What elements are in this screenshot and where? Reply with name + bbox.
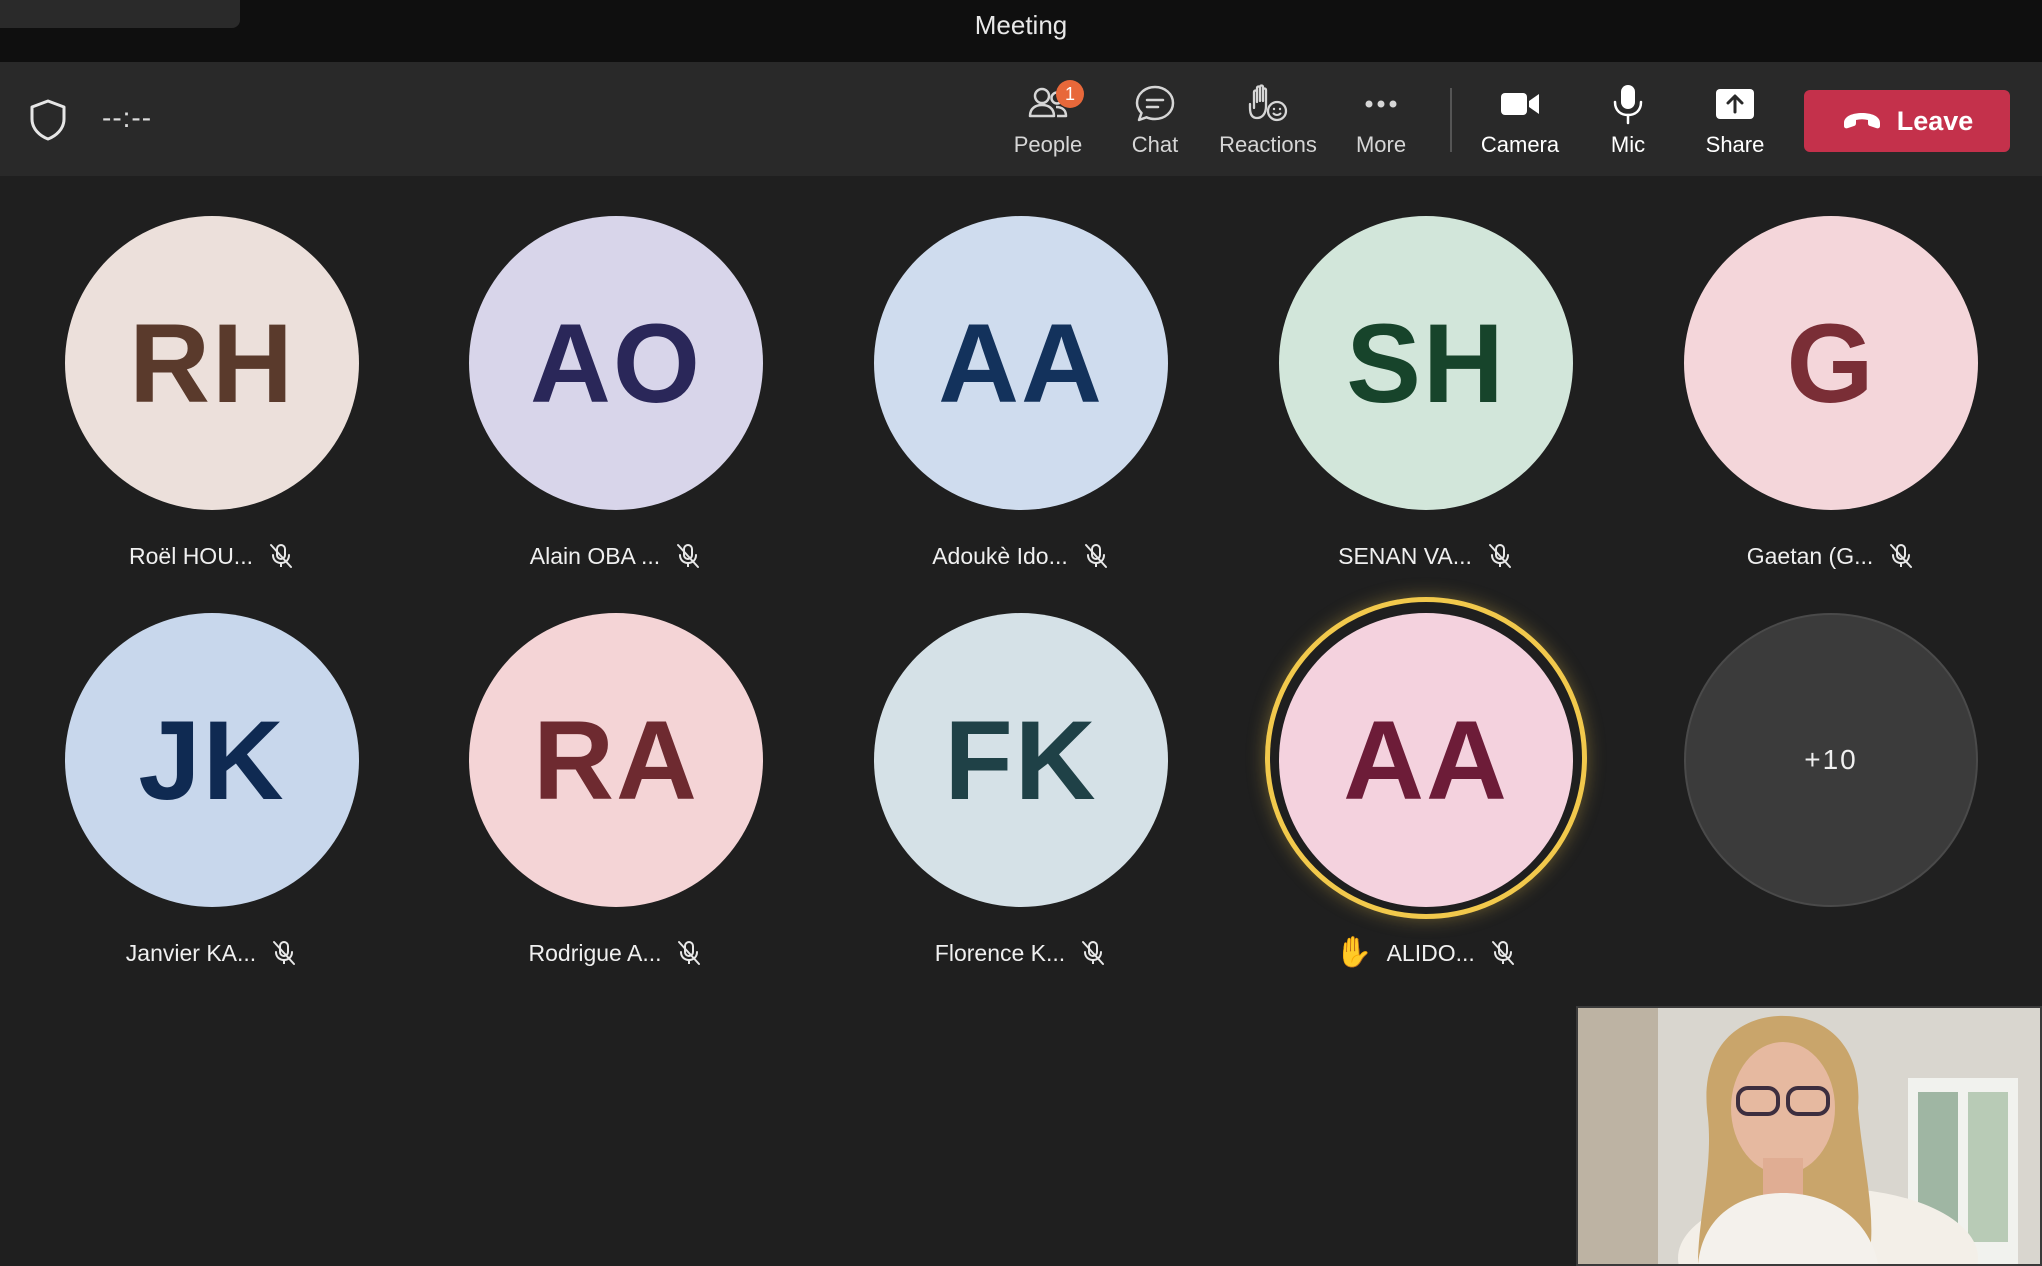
participant-tile[interactable]: G Gaetan (G... xyxy=(1684,216,1984,596)
mic-muted-icon xyxy=(273,941,296,965)
participant-name: Roël HOU... xyxy=(129,542,253,569)
camera-label: Camera xyxy=(1480,132,1560,157)
chat-label: Chat xyxy=(1131,132,1179,157)
participant-avatar: FK xyxy=(874,613,1168,907)
participant-initials: SH xyxy=(1346,300,1506,426)
people-icon: 1 xyxy=(1026,80,1084,126)
participant-tile[interactable]: JK Janvier KA... xyxy=(65,613,365,993)
participant-avatar: G xyxy=(1684,216,1978,510)
participant-name: Rodrigue A... xyxy=(528,939,662,966)
camera-icon xyxy=(1498,82,1542,126)
mic-label: Mic xyxy=(1610,132,1646,157)
participant-tile[interactable]: AA Adoukè Ido... xyxy=(874,216,1174,596)
chat-button[interactable]: Chat xyxy=(1120,82,1190,162)
participant-avatar: AO xyxy=(469,216,763,510)
participant-name: Adoukè Ido... xyxy=(932,542,1068,569)
share-button[interactable]: Share xyxy=(1704,82,1766,162)
share-icon xyxy=(1713,82,1757,126)
participant-name: Florence K... xyxy=(934,939,1066,966)
participant-name-row: SENAN VA... xyxy=(1279,536,1573,576)
mic-muted-icon xyxy=(1082,941,1105,965)
chat-icon xyxy=(1133,82,1177,126)
mic-icon xyxy=(1606,82,1650,126)
shield-icon[interactable] xyxy=(28,98,68,142)
participant-name: Alain OBA ... xyxy=(529,542,661,569)
participant-name-row: Gaetan (G... xyxy=(1684,536,1978,576)
participant-name-row: Alain OBA ... xyxy=(469,536,763,576)
leave-button[interactable]: Leave xyxy=(1804,90,2010,152)
meeting-toolbar: --:-- 1 People Chat Reactions More Camer… xyxy=(0,62,2042,176)
participant-name-row: ✋ ALIDO... xyxy=(1279,933,1573,973)
overflow-participants-button[interactable]: +10 xyxy=(1684,613,1978,907)
participant-name: Janvier KA... xyxy=(125,939,257,966)
participant-name-row: Roël HOU... xyxy=(65,536,359,576)
participant-initials: RH xyxy=(129,300,295,426)
participant-name-row: Janvier KA... xyxy=(65,933,359,973)
participant-name-row: Adoukè Ido... xyxy=(874,536,1168,576)
participant-tile[interactable]: RH Roël HOU... xyxy=(65,216,365,596)
mic-muted-icon xyxy=(1084,544,1107,568)
participant-tile[interactable]: RA Rodrigue A... xyxy=(469,613,769,993)
title-bar: Meeting xyxy=(0,0,2042,62)
self-video-preview[interactable] xyxy=(1576,1006,2042,1266)
participant-tile[interactable]: AA ✋ ALIDO... xyxy=(1265,597,1587,993)
participant-avatar: AA xyxy=(874,216,1168,510)
hangup-icon xyxy=(1843,113,1880,129)
mic-muted-icon xyxy=(269,544,292,568)
reactions-button[interactable]: Reactions xyxy=(1216,82,1320,162)
participant-initials: G xyxy=(1786,300,1876,426)
participant-name-row: Florence K... xyxy=(874,933,1168,973)
mic-muted-icon xyxy=(1491,941,1514,965)
camera-button[interactable]: Camera xyxy=(1478,82,1562,162)
raised-hand-icon: ✋ xyxy=(1335,936,1373,969)
participant-name: Gaetan (G... xyxy=(1746,542,1874,569)
window-title: Meeting xyxy=(974,10,1068,40)
toolbar-divider xyxy=(1450,88,1452,152)
self-video-image xyxy=(1578,1008,2040,1264)
participant-avatar: RA xyxy=(469,613,763,907)
people-button[interactable]: 1 People xyxy=(1006,80,1090,162)
overflow-tile[interactable]: +10 xyxy=(1684,613,1984,993)
participant-initials: AA xyxy=(1343,697,1509,823)
participant-tile[interactable]: FK Florence K... xyxy=(874,613,1174,993)
participant-initials: JK xyxy=(138,697,286,823)
participant-avatar: RH xyxy=(65,216,359,510)
reactions-icon xyxy=(1246,82,1290,126)
people-badge: 1 xyxy=(1056,80,1084,108)
participant-initials: AA xyxy=(938,300,1104,426)
participant-tile[interactable]: SH SENAN VA... xyxy=(1279,216,1579,596)
participant-name: SENAN VA... xyxy=(1338,542,1472,569)
share-label: Share xyxy=(1705,132,1765,157)
mic-muted-icon xyxy=(1488,544,1511,568)
participant-avatar: SH xyxy=(1279,216,1573,510)
participant-tile[interactable]: AO Alain OBA ... xyxy=(469,216,769,596)
participant-avatar: JK xyxy=(65,613,359,907)
mic-muted-icon xyxy=(677,544,700,568)
meeting-timer: --:-- xyxy=(102,102,153,133)
people-label: People xyxy=(1013,132,1083,157)
participant-initials: FK xyxy=(944,697,1098,823)
participant-initials: AO xyxy=(530,300,702,426)
more-icon xyxy=(1359,82,1403,126)
participant-name: ALIDO... xyxy=(1386,939,1475,966)
more-label: More xyxy=(1355,132,1407,157)
participant-avatar: AA xyxy=(1279,613,1573,907)
participant-name-row: Rodrigue A... xyxy=(469,933,763,973)
leave-label: Leave xyxy=(1896,105,1974,136)
overflow-count: +10 xyxy=(1804,744,1858,775)
reactions-label: Reactions xyxy=(1219,132,1317,157)
mic-button[interactable]: Mic xyxy=(1606,82,1650,162)
mic-muted-icon xyxy=(1890,544,1913,568)
mic-muted-icon xyxy=(678,941,701,965)
more-button[interactable]: More xyxy=(1348,82,1414,162)
participant-initials: RA xyxy=(533,697,699,823)
